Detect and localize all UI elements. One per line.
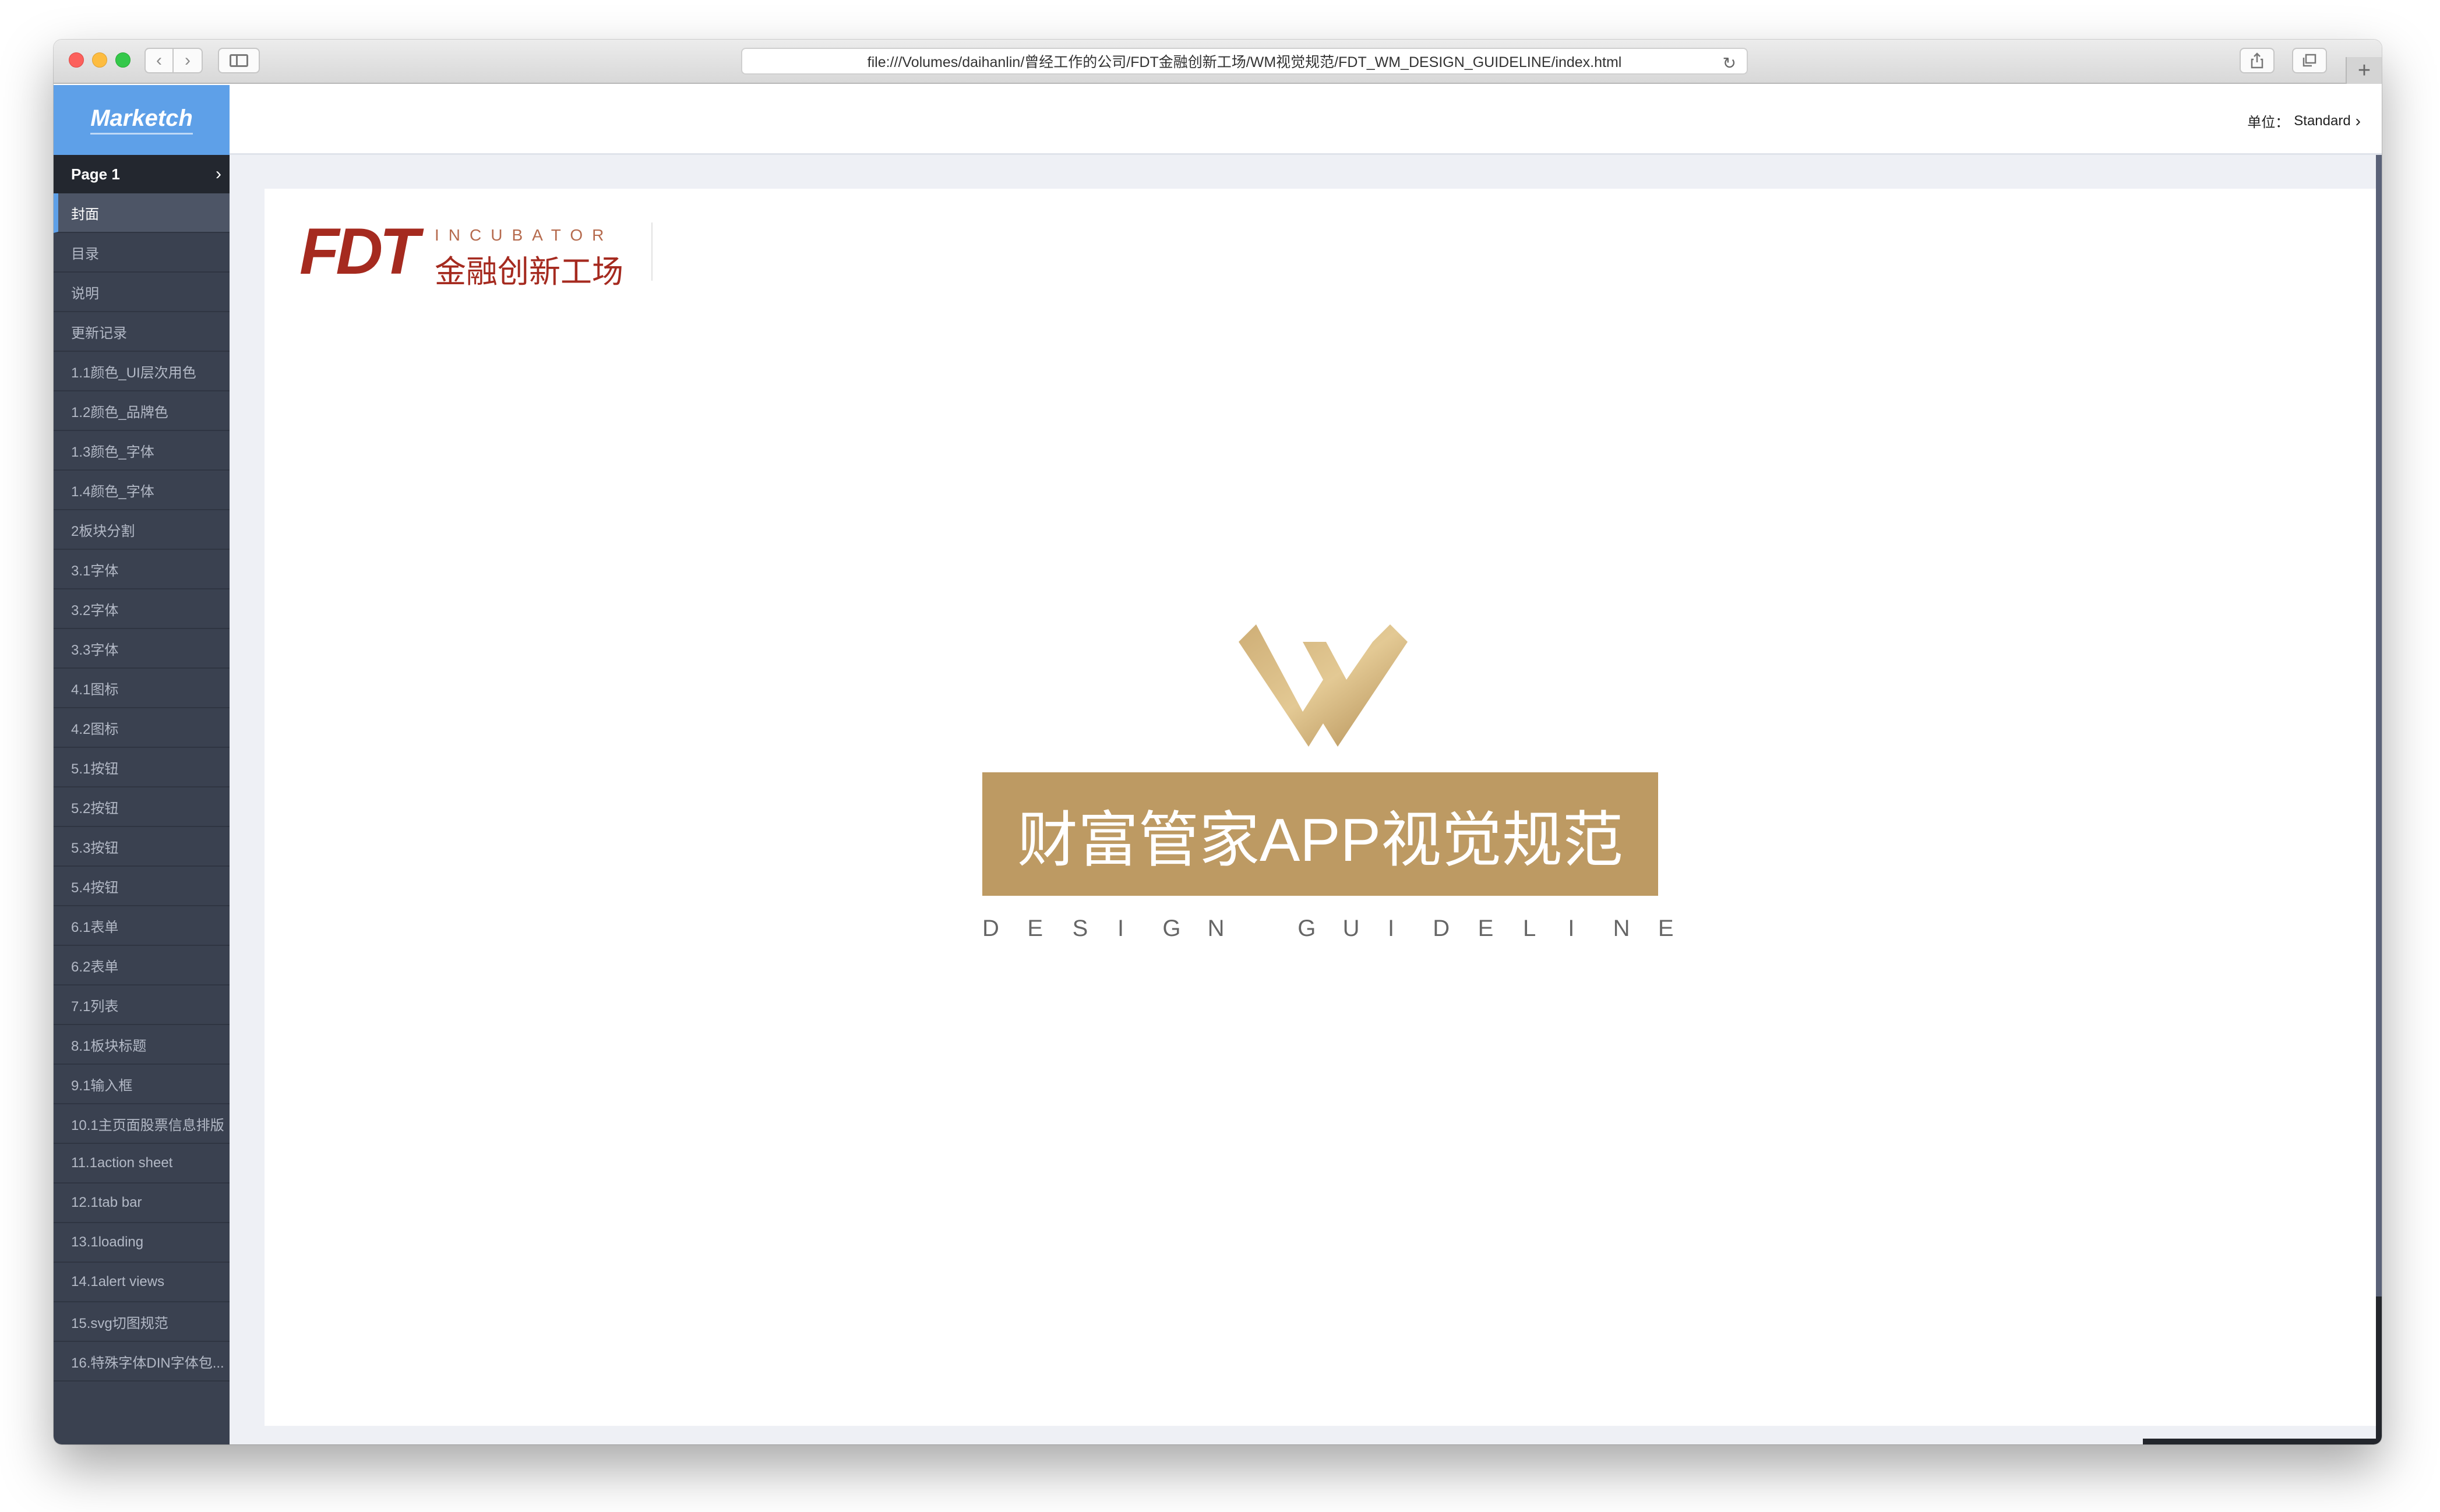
unit-selector[interactable]: 单位： Standard › [2247, 111, 2361, 131]
new-tab-button[interactable]: + [2346, 57, 2382, 84]
cover-title: 财富管家APP视觉规范 [1017, 806, 1624, 874]
artboard-list-item[interactable]: 1.4颜色_字体 [54, 471, 230, 510]
chevron-left-icon: ‹ [156, 51, 162, 70]
address-bar[interactable]: file:///Volumes/daihanlin/曾经工作的公司/FDT金融创… [741, 48, 1748, 75]
unit-value: Standard [2294, 112, 2351, 129]
scrollbar-track [2376, 1296, 2382, 1444]
design-canvas[interactable]: FDT INCUBATOR 金融创新工场 财富管家APP视觉规范 D E S I… [230, 155, 2382, 1444]
fdt-logo-chinese: 金融创新工场 [435, 255, 623, 289]
artboard-list-item[interactable]: 5.1按钮 [54, 748, 230, 787]
chevron-right-icon: › [185, 51, 191, 70]
artboard-list-item[interactable]: 4.1图标 [54, 669, 230, 708]
top-toolbar: 单位： Standard › [230, 85, 2382, 155]
artboard-list-item[interactable]: 5.3按钮 [54, 827, 230, 867]
show-tabs-button[interactable] [2292, 48, 2327, 73]
browser-window: ‹ › file:///Volumes/daihanlin/曾经工作的公司/FD… [54, 40, 2382, 1444]
plus-icon: + [2357, 58, 2371, 83]
tabs-icon [2303, 54, 2316, 67]
sidebar-icon [230, 54, 248, 67]
share-button[interactable] [2240, 48, 2275, 73]
artboard-list-item[interactable]: 4.2图标 [54, 708, 230, 748]
artboard-list-item[interactable]: 3.1字体 [54, 550, 230, 589]
artboard-list-item[interactable]: 5.2按钮 [54, 787, 230, 827]
page-selector[interactable]: Page 1 › [54, 155, 230, 193]
artboard-list-item[interactable]: 6.1表单 [54, 906, 230, 946]
artboard-list-item[interactable]: 7.1列表 [54, 985, 230, 1025]
back-button[interactable]: ‹ [144, 48, 174, 73]
artboard-list-item[interactable]: 1.2颜色_品牌色 [54, 391, 230, 431]
artboard[interactable]: FDT INCUBATOR 金融创新工场 财富管家APP视觉规范 D E S I… [265, 189, 2377, 1426]
zoom-window-button[interactable] [115, 52, 131, 68]
artboard-list-item[interactable]: 1.3颜色_字体 [54, 431, 230, 471]
artboard-list-item[interactable]: 9.1输入框 [54, 1065, 230, 1104]
artboard-list-item[interactable]: 1.1颜色_UI层次用色 [54, 352, 230, 391]
artboard-list-item[interactable]: 说明 [54, 273, 230, 312]
artboard-list-item[interactable]: 13.1loading [54, 1223, 230, 1263]
minimize-window-button[interactable] [92, 52, 107, 68]
unit-label: 单位： [2247, 115, 2290, 130]
artboard-list-item[interactable]: 15.svg切图规范 [54, 1302, 230, 1342]
share-icon [2251, 52, 2263, 69]
artboard-list-item[interactable]: 3.2字体 [54, 589, 230, 629]
artboard-list-item[interactable]: 16.特殊字体DIN字体包... [54, 1342, 230, 1382]
fdt-logo-letters: FDT [299, 215, 419, 288]
sidebar-toggle-button[interactable] [218, 48, 260, 73]
brand-logo: Marketch [90, 105, 193, 135]
reload-icon[interactable]: ↻ [1723, 54, 1736, 73]
logo-divider [651, 222, 653, 281]
artboard-list-item[interactable]: 12.1tab bar [54, 1184, 230, 1223]
chevron-right-icon: › [2355, 111, 2361, 130]
cover-title-banner: 财富管家APP视觉规范 [982, 772, 1658, 896]
artboard-list-item[interactable]: 封面 [54, 193, 230, 233]
url-text: file:///Volumes/daihanlin/曾经工作的公司/FDT金融创… [867, 54, 1622, 70]
page-selector-label: Page 1 [71, 165, 120, 183]
horizontal-scrollbar[interactable] [2143, 1439, 2376, 1444]
title-bar: ‹ › file:///Volumes/daihanlin/曾经工作的公司/FD… [54, 40, 2382, 84]
artboard-list-item[interactable]: 目录 [54, 233, 230, 273]
artboard-list-item[interactable]: 更新记录 [54, 312, 230, 352]
artboard-list-item[interactable]: 8.1板块标题 [54, 1025, 230, 1065]
forward-button[interactable]: › [174, 48, 203, 73]
artboard-list-item[interactable]: 2板块分割 [54, 510, 230, 550]
brand-header[interactable]: Marketch [54, 85, 230, 155]
vertical-scrollbar[interactable] [2376, 155, 2382, 1296]
wm-logo-icon [1239, 624, 1408, 747]
fdt-logo: FDT INCUBATOR 金融创新工场 [299, 215, 672, 290]
cover-subtitle: DESIGN GUIDELINE [982, 915, 1674, 941]
artboard-list-item[interactable]: 5.4按钮 [54, 867, 230, 906]
artboard-list-item[interactable]: 3.3字体 [54, 629, 230, 669]
artboard-list-item[interactable]: 14.1alert views [54, 1263, 230, 1302]
artboard-list: 封面 目录 说明 更新记录 1.1颜色_UI层次用色 1.2颜色_品牌色 1.3颜色_字体 1… [54, 193, 230, 1382]
page-sidebar: Marketch Page 1 › 封面 目录 说明 更新记录 1.1颜色_UI层次用色… [54, 85, 230, 1444]
artboard-list-item[interactable]: 11.1action sheet [54, 1144, 230, 1184]
fdt-logo-incubator: INCUBATOR [435, 226, 613, 244]
artboard-list-item[interactable]: 10.1主页面股票信息排版 [54, 1104, 230, 1144]
chevron-right-icon: › [216, 164, 221, 183]
close-window-button[interactable] [69, 52, 84, 68]
artboard-list-item[interactable]: 6.2表单 [54, 946, 230, 985]
